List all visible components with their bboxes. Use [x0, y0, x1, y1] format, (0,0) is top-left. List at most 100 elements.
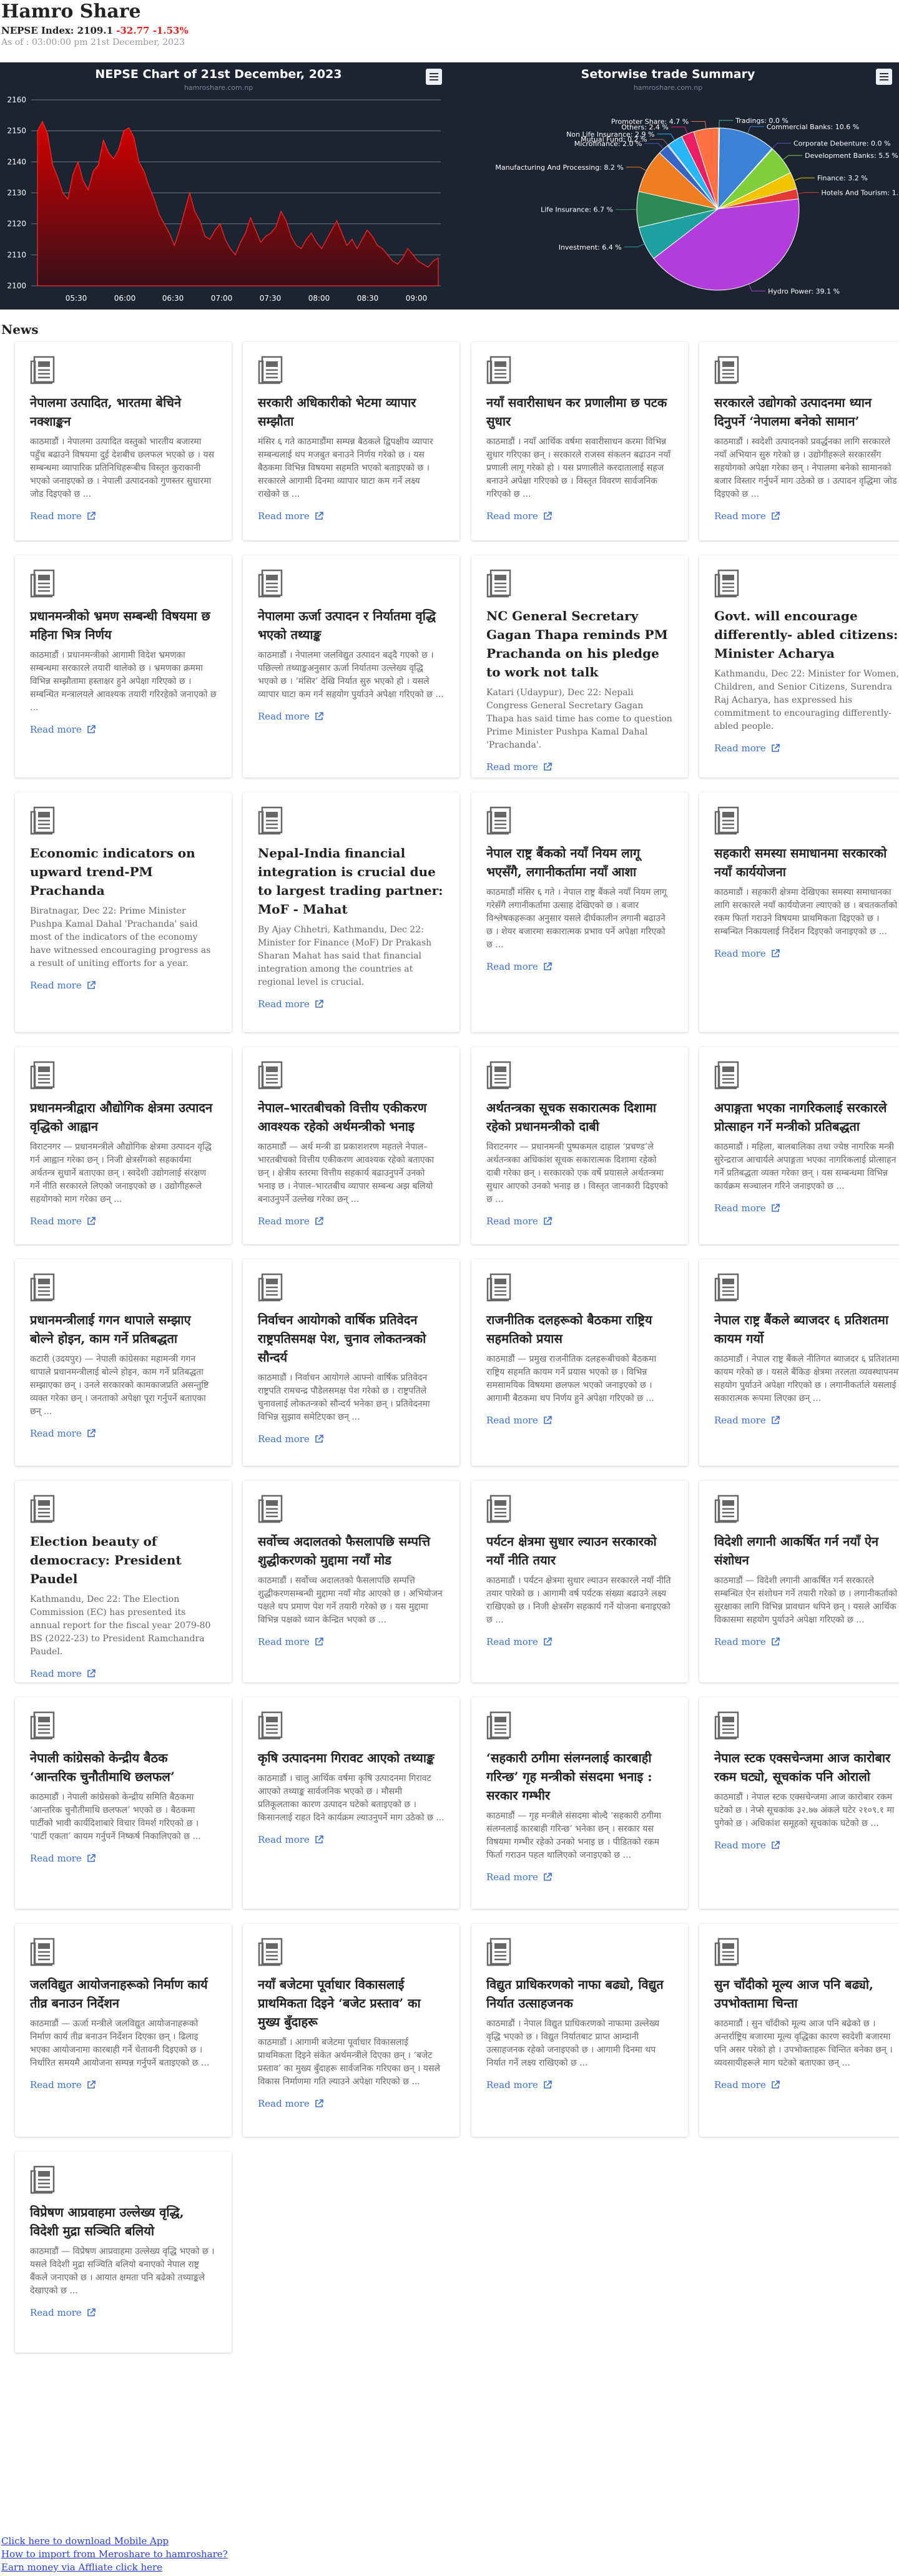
read-more-link[interactable]: Read more — [714, 743, 780, 754]
read-more-link[interactable]: Read more — [714, 2079, 780, 2091]
news-title[interactable]: नेपाल स्टक एक्सचेन्जमा आज कारोबार रकम घट… — [714, 1749, 899, 1786]
news-title[interactable]: पर्यटन क्षेत्रमा सुधार ल्याउन सरकारको नय… — [486, 1532, 673, 1569]
news-title[interactable]: सहकारी समस्या समाधानमा सरकारको नयाँ कार्… — [714, 844, 899, 881]
read-more-link[interactable]: Read more — [486, 1415, 552, 1426]
external-link-icon — [771, 512, 780, 520]
read-more-link[interactable]: Read more — [258, 1636, 323, 1647]
news-title[interactable]: नेपाल राष्ट्र बैंकको नयाँ नियम लागू भएसँ… — [486, 844, 673, 881]
pie-slice-label: Finance: 3.2 % — [817, 174, 868, 182]
news-title[interactable]: NC General Secretary Gagan Thapa reminds… — [486, 607, 673, 681]
y-tick-label: 2120 — [7, 220, 26, 228]
affiliate-link[interactable]: Earn money via Affliate click here — [1, 2561, 228, 2574]
read-more-link[interactable]: Read more — [714, 1636, 780, 1647]
read-more-link[interactable]: Read more — [714, 1840, 780, 1851]
read-more-link[interactable]: Read more — [30, 1216, 96, 1227]
import-meroshare-link[interactable]: How to import from Meroshare to hamrosha… — [1, 2548, 228, 2561]
read-more-label: Read more — [714, 1840, 766, 1851]
news-summary: काठमाडौं । चालु आर्थिक वर्षमा कृषि उत्पा… — [258, 1773, 445, 1823]
document-icon — [486, 356, 511, 384]
news-title[interactable]: प्रधानमन्त्रीको भ्रमण सम्बन्धी विषयमा छ … — [30, 607, 217, 644]
read-more-link[interactable]: Read more — [30, 2079, 96, 2091]
news-title[interactable]: Nepal-India financial integration is cru… — [258, 844, 445, 919]
news-title[interactable]: Economic indicators on upward trend-PM P… — [30, 844, 217, 900]
news-title[interactable]: सरकारी अधिकारीको भेटमा व्यापार सम्झौता — [258, 393, 445, 431]
news-title[interactable]: नेपाल राष्ट्र बैंकले ब्याजदर ६ प्रतिशतमा… — [714, 1310, 899, 1348]
read-more-link[interactable]: Read more — [714, 948, 780, 959]
read-more-link[interactable]: Read more — [258, 1216, 323, 1227]
read-more-link[interactable]: Read more — [258, 711, 323, 722]
read-more-link[interactable]: Read more — [30, 724, 96, 735]
news-title[interactable]: नेपाली कांग्रेसको केन्द्रीय बैठक ‘आन्तरि… — [30, 1749, 217, 1786]
news-card: Economic indicators on upward trend-PM P… — [15, 793, 232, 1032]
news-card: Election beauty of democracy: President … — [15, 1481, 232, 1682]
external-link-icon — [315, 2099, 323, 2107]
download-app-link[interactable]: Click here to download Mobile App — [1, 2535, 228, 2548]
read-more-link[interactable]: Read more — [30, 1668, 96, 1679]
news-title[interactable]: राजनीतिक दलहरूको बैठकमा राष्ट्रिय सहमतिक… — [486, 1310, 673, 1348]
news-title[interactable]: निर्वाचन आयोगको वार्षिक प्रतिवेदन राष्ट्… — [258, 1310, 445, 1367]
read-more-link[interactable]: Read more — [30, 1853, 96, 1864]
news-title[interactable]: प्रधानमन्त्रीलाई गगन थापाले सम्झाए बोल्न… — [30, 1310, 217, 1348]
news-title[interactable]: सरकारले उद्योगको उत्पादनमा ध्यान दिनुपर्… — [714, 393, 899, 431]
charts-panel: NEPSE Chart of 21st December, 2023 hamro… — [0, 62, 899, 310]
external-link-icon — [771, 949, 780, 957]
read-more-link[interactable]: Read more — [258, 2098, 323, 2109]
read-more-link[interactable]: Read more — [258, 998, 323, 1010]
index-change: -32.77 — [116, 25, 150, 36]
read-more-link[interactable]: Read more — [30, 1428, 96, 1439]
read-more-link[interactable]: Read more — [486, 1636, 552, 1647]
news-summary: काठमाडौं । नेपाल विद्युत प्राधिकरणको नाफ… — [486, 2019, 660, 2068]
document-icon — [486, 1495, 511, 1523]
document-icon — [714, 1273, 739, 1302]
news-summary: काठमाडौं । नेपाल स्टक एक्सचेन्जमा आज कार… — [714, 1792, 895, 1828]
news-summary: काठमाडौं । निर्वाचन आयोगले आफ्नो वार्षिक… — [258, 1373, 430, 1422]
news-card: जलविद्युत आयोजनाहरूको निर्माण कार्य तीव्… — [15, 1924, 232, 2137]
read-more-link[interactable]: Read more — [486, 2079, 552, 2091]
document-icon — [486, 1711, 511, 1740]
read-more-link[interactable]: Read more — [714, 1203, 780, 1214]
read-more-link[interactable]: Read more — [30, 2307, 96, 2318]
read-more-label: Read more — [714, 1415, 766, 1426]
document-icon — [486, 1938, 511, 1966]
news-card: विद्युत प्राधिकरणको नाफा बढ्यो, विद्युत … — [471, 1924, 688, 2137]
read-more-link[interactable]: Read more — [30, 510, 96, 522]
pie-connector — [783, 155, 803, 160]
news-title[interactable]: कृषि उत्पादनमा गिरावट आएको तथ्याङ्क — [258, 1749, 445, 1767]
read-more-label: Read more — [714, 1636, 766, 1647]
news-title[interactable]: सुन चाँदीको मूल्य आज पनि बढ्यो, उपभोक्ता… — [714, 1975, 899, 2012]
news-title[interactable]: सर्वोच्च अदालतको फैसलापछि सम्पत्ति शुद्ध… — [258, 1532, 445, 1569]
news-title[interactable]: विद्युत प्राधिकरणको नाफा बढ्यो, विद्युत … — [486, 1975, 673, 2012]
news-title[interactable]: नेपाल–भारतबीचको वित्तीय एकीकरण आवश्यक रह… — [258, 1098, 445, 1136]
read-more-link[interactable]: Read more — [486, 1871, 552, 1883]
pie-slice-label: Non Life Insurance: 2.9 % — [566, 130, 654, 139]
news-title[interactable]: प्रधानमन्त्रीद्वारा औद्योगिक क्षेत्रमा उ… — [30, 1098, 217, 1136]
news-summary: मंसिर ६ गते काठमाडौंमा सम्पन्न बैठकले द्… — [258, 437, 433, 499]
news-title[interactable]: विदेशी लगानी आकर्षित गर्न नयाँ ऐन संशोधन — [714, 1532, 899, 1569]
news-title[interactable]: ‘सहकारी ठगीमा संलग्नलाई कारबाही गरिन्छ’ … — [486, 1749, 673, 1805]
news-title[interactable]: नयाँ सवारीसाधन कर प्रणालीमा छ पटक सुधार — [486, 393, 673, 431]
news-summary: Kathmandu, Dec 22: The Election Commissi… — [30, 1594, 211, 1657]
news-summary: काठमाडौं । नेपाल राष्ट्र बैंकले नीतिगत ब… — [714, 1354, 899, 1403]
news-title[interactable]: Election beauty of democracy: President … — [30, 1532, 217, 1588]
read-more-link[interactable]: Read more — [30, 980, 96, 991]
news-title[interactable]: नेपालमा ऊर्जा उत्पादन र निर्यातमा वृद्धि… — [258, 607, 445, 644]
read-more-link[interactable]: Read more — [258, 1433, 323, 1445]
read-more-link[interactable]: Read more — [486, 961, 552, 972]
news-title[interactable]: अपाङ्गता भएका नागरिकलाई सरकारले प्रोत्सा… — [714, 1098, 899, 1136]
read-more-link[interactable]: Read more — [714, 510, 780, 522]
read-more-link[interactable]: Read more — [258, 510, 323, 522]
read-more-link[interactable]: Read more — [258, 1834, 323, 1845]
news-title[interactable]: Govt. will encourage differently- abled … — [714, 607, 899, 663]
news-title[interactable]: नयाँ बजेटमा पूर्वाधार विकासलाई प्राथमिकत… — [258, 1975, 445, 2031]
pie-connector — [747, 126, 764, 134]
read-more-link[interactable]: Read more — [486, 761, 552, 773]
news-title[interactable]: विप्रेषण आप्रवाहमा उल्लेख्य वृद्धि, विदे… — [30, 2203, 217, 2240]
news-title[interactable]: जलविद्युत आयोजनाहरूको निर्माण कार्य तीव्… — [30, 1975, 217, 2012]
news-title[interactable]: अर्थतन्त्रका सूचक सकारात्मक दिशामा रहेको… — [486, 1098, 673, 1136]
read-more-link[interactable]: Read more — [714, 1415, 780, 1426]
read-more-link[interactable]: Read more — [486, 1216, 552, 1227]
external-link-icon — [771, 1416, 780, 1424]
pie-connector — [644, 143, 664, 149]
news-title[interactable]: नेपालमा उत्पादित, भारतमा बेचिने नक्शाङ्क… — [30, 393, 217, 431]
read-more-link[interactable]: Read more — [486, 510, 552, 522]
